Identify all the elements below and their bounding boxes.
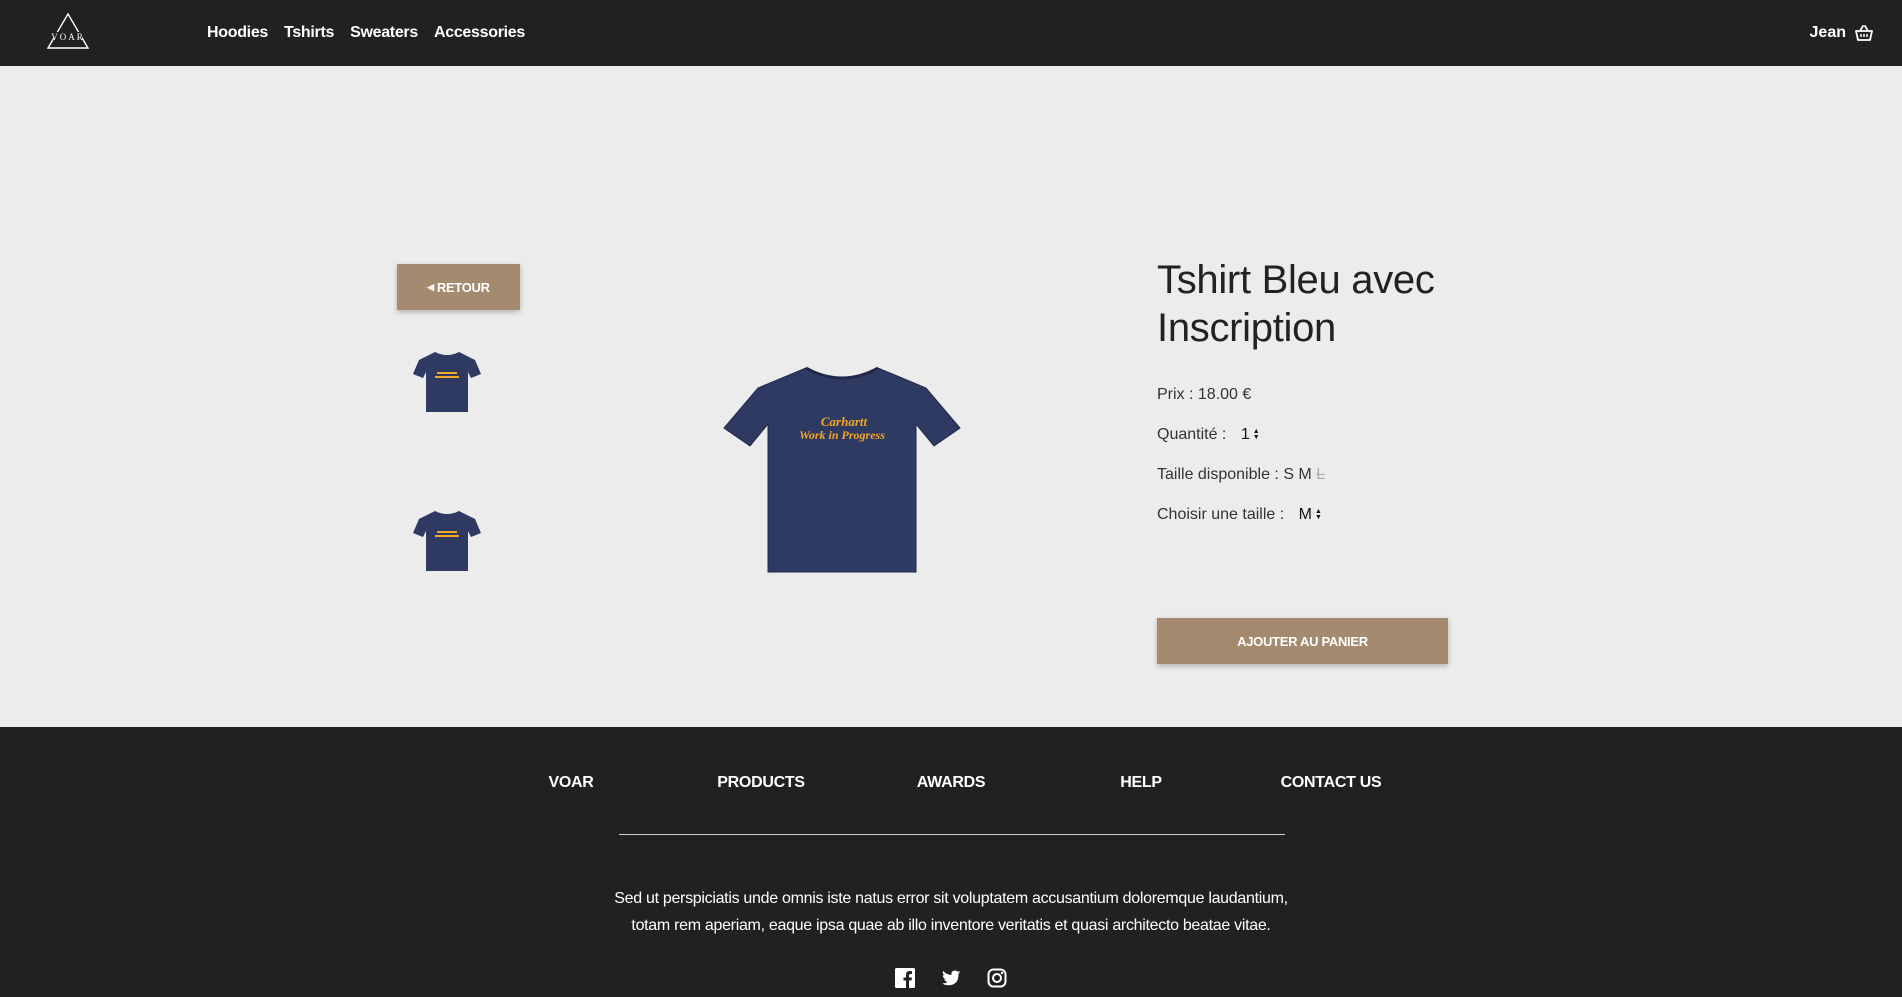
size-unavailable: L: [1316, 466, 1326, 483]
facebook-icon[interactable]: [895, 968, 915, 988]
footer-link-awards[interactable]: AWARDS: [917, 774, 986, 792]
product-thumbnail-1[interactable]: [407, 342, 487, 422]
footer-text-line-2: totam rem aperiam, eaque ipsa quae ab il…: [631, 917, 1271, 934]
product-title: Tshirt Bleu avec Inscription: [1157, 258, 1435, 350]
footer-divider: [619, 834, 1285, 835]
product-price: Prix : 18.00 €: [1157, 386, 1252, 403]
user-account-link[interactable]: Jean: [1810, 24, 1846, 42]
footer-link-voar[interactable]: VOAR: [548, 774, 593, 792]
shirt-print-line-1: Carhartt: [821, 414, 868, 429]
size-select-value: M: [1298, 506, 1312, 523]
available-sizes-row: Taille disponible : S M L: [1157, 466, 1325, 484]
social-links: [0, 968, 1902, 988]
product-main-image: Carhartt Work in Progress: [723, 366, 961, 573]
footer-link-products[interactable]: PRODUCTS: [717, 774, 805, 792]
nav-user-area: Jean: [1810, 0, 1874, 66]
nav-link-hoodies[interactable]: Hoodies: [207, 24, 268, 42]
voar-logo[interactable]: VOAR: [44, 12, 92, 52]
sizes-label: Taille disponible :: [1157, 466, 1279, 483]
quantity-row: Quantité : 1 ▲ ▼: [1157, 426, 1260, 444]
twitter-icon[interactable]: [941, 968, 961, 988]
chevron-left-icon: ◀: [427, 281, 434, 292]
product-section: ◀ RETOUR Carhartt Work in Progress Tshir…: [0, 66, 1902, 727]
nav-link-accessories[interactable]: Accessories: [434, 24, 525, 42]
choose-size-label: Choisir une taille :: [1157, 506, 1285, 523]
quantity-value: 1: [1240, 426, 1250, 443]
footer-text-line-1: Sed ut perspiciatis unde omnis iste natu…: [614, 890, 1288, 907]
sizes-available: S M: [1283, 466, 1312, 483]
quantity-label: Quantité :: [1157, 426, 1227, 443]
nav-link-tshirts[interactable]: Tshirts: [284, 24, 334, 42]
product-details: Tshirt Bleu avec Inscription Prix : 18.0…: [1157, 256, 1457, 664]
up-down-arrows-icon: ▲ ▼: [1314, 508, 1322, 521]
footer-description: Sed ut perspiciatis unde omnis iste natu…: [551, 885, 1351, 939]
basket-icon[interactable]: [1854, 24, 1874, 42]
product-thumbnail-2[interactable]: [407, 501, 487, 581]
footer: VOAR PRODUCTS AWARDS HELP CONTACT US Sed…: [0, 727, 1902, 997]
quantity-stepper[interactable]: 1 ▲ ▼: [1241, 426, 1260, 444]
size-select[interactable]: M ▲ ▼: [1299, 506, 1322, 524]
up-down-arrows-icon: ▲ ▼: [1252, 428, 1260, 441]
tshirt-image: [413, 352, 481, 412]
shirt-print-line-2: Work in Progress: [799, 428, 885, 442]
footer-link-help[interactable]: HELP: [1120, 774, 1162, 792]
tshirt-image: [413, 511, 481, 571]
back-button-label: RETOUR: [436, 279, 490, 295]
add-to-cart-button[interactable]: AJOUTER AU PANIER: [1157, 618, 1448, 664]
main-nav: Hoodies Tshirts Sweaters Accessories: [207, 0, 525, 66]
instagram-icon[interactable]: [987, 968, 1007, 988]
back-button[interactable]: ◀ RETOUR: [397, 264, 520, 310]
nav-link-sweaters[interactable]: Sweaters: [350, 24, 418, 42]
top-navbar: VOAR Hoodies Tshirts Sweaters Accessorie…: [0, 0, 1902, 66]
logo-text: VOAR: [51, 32, 85, 42]
footer-nav: VOAR PRODUCTS AWARDS HELP CONTACT US: [0, 774, 1902, 798]
size-select-row: Choisir une taille : M ▲ ▼: [1157, 506, 1322, 524]
footer-link-contact[interactable]: CONTACT US: [1281, 774, 1382, 792]
